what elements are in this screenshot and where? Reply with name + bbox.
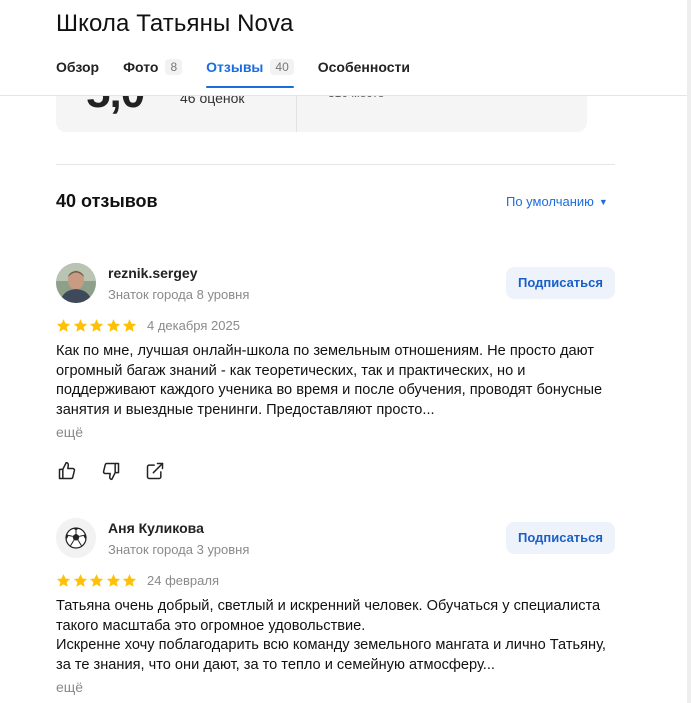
star-icon — [56, 574, 71, 587]
page-header: Школа Татьяны Nova Обзор Фото 8 Отзывы 4… — [0, 0, 691, 96]
author-level: Знаток города 8 уровня — [108, 287, 250, 302]
scrollbar[interactable] — [687, 0, 691, 703]
share-icon[interactable] — [144, 460, 166, 482]
tab-label: Отзывы — [206, 59, 264, 75]
avatar[interactable] — [56, 518, 96, 558]
review-item: Аня Куликова Знаток города 3 уровня Подп… — [56, 518, 615, 703]
section-divider — [56, 164, 615, 165]
avatar[interactable] — [56, 263, 96, 303]
review-item: reznik.sergey Знаток города 8 уровня Под… — [56, 263, 615, 481]
review-text: Как по мне, лучшая онлайн-школа по земел… — [56, 343, 603, 419]
star-icon — [89, 574, 104, 587]
tab-count-badge: 8 — [165, 59, 183, 75]
author-level: Знаток города 3 уровня — [108, 542, 250, 557]
tab-bar: Обзор Фото 8 Отзывы 40 Особенности — [56, 55, 434, 88]
star-icon — [73, 574, 87, 587]
review-actions — [56, 460, 188, 482]
tab-reviews[interactable]: Отзывы 40 — [206, 55, 294, 88]
author-name[interactable]: Аня Куликова — [108, 520, 204, 536]
star-icon — [106, 319, 120, 332]
star-icon — [122, 574, 137, 587]
tab-features[interactable]: Особенности — [318, 55, 410, 79]
sort-caret-icon: ▼ — [598, 196, 608, 207]
tab-label: Обзор — [56, 59, 100, 75]
star-icon — [56, 319, 71, 332]
read-more-link[interactable]: ещё — [56, 424, 83, 440]
rating-stars — [56, 318, 139, 333]
review-date: 24 февраля — [147, 573, 219, 588]
sort-dropdown[interactable]: По умолчанию ▼ — [506, 194, 608, 209]
thumbs-down-icon[interactable] — [100, 460, 122, 482]
author-name[interactable]: reznik.sergey — [108, 265, 198, 281]
tab-label: Фото — [123, 59, 159, 75]
thumbs-up-icon[interactable] — [56, 460, 78, 482]
tab-overview[interactable]: Обзор — [56, 55, 99, 79]
tab-label: Особенности — [317, 59, 410, 75]
page-title: Школа Татьяны Nova — [56, 10, 294, 37]
read-more-link[interactable]: ещё — [56, 679, 83, 695]
subscribe-button[interactable]: Подписаться — [505, 267, 615, 299]
review-date: 4 декабря 2025 — [147, 318, 240, 333]
tab-count-badge: 40 — [270, 59, 294, 75]
header-divider — [0, 95, 691, 96]
reviews-heading: 40 отзывов — [56, 191, 158, 211]
subscribe-button[interactable]: Подписаться — [505, 522, 615, 554]
star-icon — [122, 319, 137, 332]
rating-stars — [56, 573, 139, 588]
star-icon — [73, 319, 87, 332]
star-icon — [89, 319, 104, 332]
review-text: Татьяна очень добрый, светлый и искренни… — [56, 598, 606, 674]
sort-label: По умолчанию — [506, 194, 594, 209]
star-icon — [106, 574, 120, 587]
tab-photos[interactable]: Фото 8 — [123, 55, 183, 79]
